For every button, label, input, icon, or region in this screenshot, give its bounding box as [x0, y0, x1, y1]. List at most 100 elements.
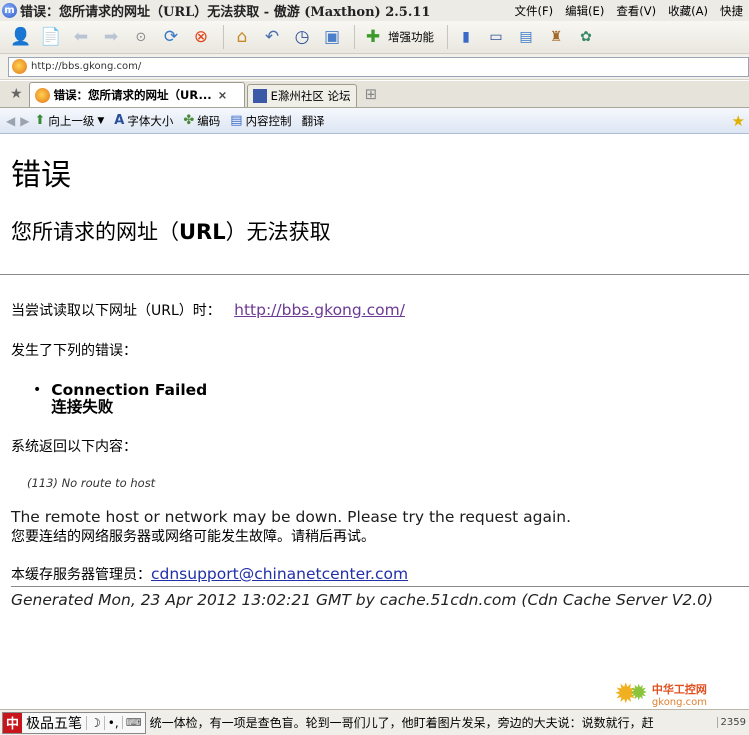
up-level-label: 向上一级: [48, 113, 95, 128]
tab-error[interactable]: 错误：您所请求的网址（UR... ×: [28, 82, 245, 107]
status-bar: 中 极品五笔 ☽ •, ⌨ 统一体检，有一项是查色盲。轮到一哥们儿了，他盯着图片…: [0, 709, 749, 735]
scrolling-status-text: 统一体检，有一项是查色盲。轮到一哥们儿了，他盯着图片发呆，旁边的大夫说：说数就行…: [149, 716, 654, 730]
toolbar-separator: [447, 25, 448, 49]
returned-code: (113) No route to host: [27, 476, 156, 490]
enhance-button[interactable]: 增强功能: [388, 29, 434, 45]
error-cn: 连接失败: [51, 398, 114, 416]
menu-view[interactable]: 查看(V): [610, 3, 662, 19]
status-number: 2359: [716, 717, 749, 728]
moon-icon[interactable]: ☽: [86, 715, 104, 730]
clock-icon[interactable]: ◷: [289, 24, 315, 50]
restore-icon[interactable]: ▣: [319, 24, 345, 50]
content-control-label: 内容控制: [245, 113, 292, 128]
translate-button[interactable]: 翻译: [302, 113, 325, 129]
star-icon[interactable]: ★: [10, 86, 23, 102]
error-list-item: • Connection Failed 连接失败: [33, 382, 749, 416]
window-icon[interactable]: ▭: [483, 24, 509, 50]
favorite-star-icon[interactable]: ★: [732, 112, 745, 130]
page-content: 错误 您所请求的网址（URL）无法获取 当尝试读取以下网址（URL）时： htt…: [0, 135, 749, 705]
tab-label: 错误：您所请求的网址（UR...: [53, 88, 212, 102]
content-control-button[interactable]: ▤ 内容控制: [230, 113, 291, 129]
main-toolbar: 👤 📄 ⬅ ➡ ⊙ ⟳ ⊗ ⌂ ↶ ◷ ▣ ✚ 增强功能 ▮ ▭ ▤ ♜ ✿: [0, 21, 749, 54]
toolbar-separator: [354, 25, 355, 49]
divider: [11, 586, 749, 587]
window-title: 错误：您所请求的网址（URL）无法获取 - 傲游 (Maxthon) 2.5.1…: [20, 5, 431, 20]
undo-icon[interactable]: ↶: [259, 24, 285, 50]
encoding-button[interactable]: ✤ 编码: [183, 113, 220, 129]
forward-small-icon[interactable]: ▶: [20, 114, 29, 128]
ime-toolbar[interactable]: 中 极品五笔 ☽ •, ⌨: [2, 711, 146, 734]
toolbar-separator: [223, 25, 224, 49]
back-small-icon[interactable]: ◀: [6, 114, 15, 128]
plugin-icon[interactable]: ▮: [453, 24, 479, 50]
watermark-en: gkong.com: [651, 696, 708, 708]
page-subtitle: 您所请求的网址（URL）无法获取: [11, 216, 749, 246]
divider: [0, 274, 749, 275]
watermark-cn: 中华工控网: [651, 682, 707, 696]
menu-bar: 文件(F) 编辑(E) 查看(V) 收藏(A) 快捷: [508, 3, 749, 19]
gear-icon: ✹: [629, 681, 648, 706]
admin-email-link[interactable]: cdnsupport@chinanetcenter.com: [151, 565, 408, 583]
history-dropdown-icon[interactable]: ⊙: [128, 24, 154, 50]
ime-name[interactable]: 极品五笔: [22, 713, 86, 733]
gkong-watermark: ✹ ✹ 中华工控网 gkong.com: [614, 679, 744, 709]
menu-file[interactable]: 文件(F): [508, 3, 559, 19]
maxthon-icon: m: [2, 3, 17, 18]
font-size-label: 字体大小: [127, 113, 174, 128]
keyboard-icon[interactable]: ⌨: [121, 716, 145, 729]
error-intro: 发生了下列的错误：: [11, 343, 137, 359]
remote-message-en: The remote host or network may be down. …: [11, 508, 572, 526]
returned-intro: 系统返回以下内容：: [11, 439, 137, 455]
refresh-icon[interactable]: ⟳: [158, 24, 184, 50]
new-tab-icon[interactable]: ⊞: [365, 85, 378, 103]
encoding-label: 编码: [197, 113, 221, 128]
back-icon[interactable]: ⬅: [68, 24, 94, 50]
address-bar: http://bbs.gkong.com/: [0, 54, 749, 80]
forward-icon[interactable]: ➡: [98, 24, 124, 50]
remote-message-cn: 您要连结的网络服务器或网络可能发生故障。请稍后再试。: [11, 529, 375, 545]
try-line: 当尝试读取以下网址（URL）时： http://bbs.gkong.com/: [11, 300, 749, 320]
tools-icon[interactable]: ✿: [573, 24, 599, 50]
home-icon[interactable]: ⌂: [229, 24, 255, 50]
font-icon: A: [114, 113, 125, 128]
new-page-icon[interactable]: 📄: [38, 24, 64, 50]
punctuation-icon[interactable]: •,: [103, 715, 122, 730]
forum-favicon-icon: [252, 89, 267, 103]
generated-footer: Generated Mon, 23 Apr 2012 13:02:21 GMT …: [11, 591, 714, 609]
subtitle-post: ）无法获取: [225, 220, 331, 244]
menu-edit[interactable]: 编辑(E): [559, 3, 610, 19]
try-text: 当尝试读取以下网址（URL）时：: [11, 303, 221, 319]
menu-favorites[interactable]: 收藏(A): [662, 3, 714, 19]
tab-label: E滁州社区 论坛: [270, 89, 351, 103]
screen-icon[interactable]: ▤: [513, 24, 539, 50]
chevron-down-icon: ▼: [97, 115, 105, 126]
menu-shortcuts[interactable]: 快捷: [714, 3, 749, 19]
bullet: •: [33, 382, 42, 398]
up-arrow-icon: ⬆: [34, 113, 46, 128]
title-bar: m 错误：您所请求的网址（URL）无法获取 - 傲游 (Maxthon) 2.5…: [0, 0, 749, 21]
error-en: Connection Failed: [51, 381, 208, 399]
up-level-button[interactable]: ⬆ 向上一级 ▼: [34, 113, 104, 129]
encoding-icon: ✤: [183, 113, 195, 128]
secondary-toolbar: ◀ ▶ ⬆ 向上一级 ▼ A 字体大小 ✤ 编码 ▤ 内容控制 翻译 ★: [0, 108, 749, 134]
site-favicon-icon: [12, 59, 27, 74]
user-icon[interactable]: 👤: [8, 24, 34, 50]
url-text: http://bbs.gkong.com/: [31, 61, 142, 72]
requested-url-link[interactable]: http://bbs.gkong.com/: [234, 301, 405, 319]
subtitle-url: URL: [179, 220, 226, 244]
content-control-icon: ▤: [230, 113, 243, 128]
site-favicon-icon: [34, 87, 50, 103]
ime-logo[interactable]: 中: [3, 712, 23, 733]
font-size-button[interactable]: A 字体大小: [114, 113, 173, 129]
subtitle-pre: 您所请求的网址（: [11, 220, 179, 244]
stop-icon[interactable]: ⊗: [188, 24, 214, 50]
admin-label: 本缓存服务器管理员：: [11, 567, 151, 583]
tab-forum[interactable]: E滁州社区 论坛: [246, 84, 357, 107]
close-icon[interactable]: ×: [218, 88, 228, 102]
url-input[interactable]: http://bbs.gkong.com/: [8, 56, 749, 77]
admin-line: 本缓存服务器管理员：cdnsupport@chinanetcenter.com: [11, 564, 749, 584]
plus-icon[interactable]: ✚: [360, 24, 386, 50]
trash-icon[interactable]: ♜: [543, 24, 569, 50]
translate-label: 翻译: [301, 113, 325, 128]
page-title: 错误: [11, 158, 71, 193]
